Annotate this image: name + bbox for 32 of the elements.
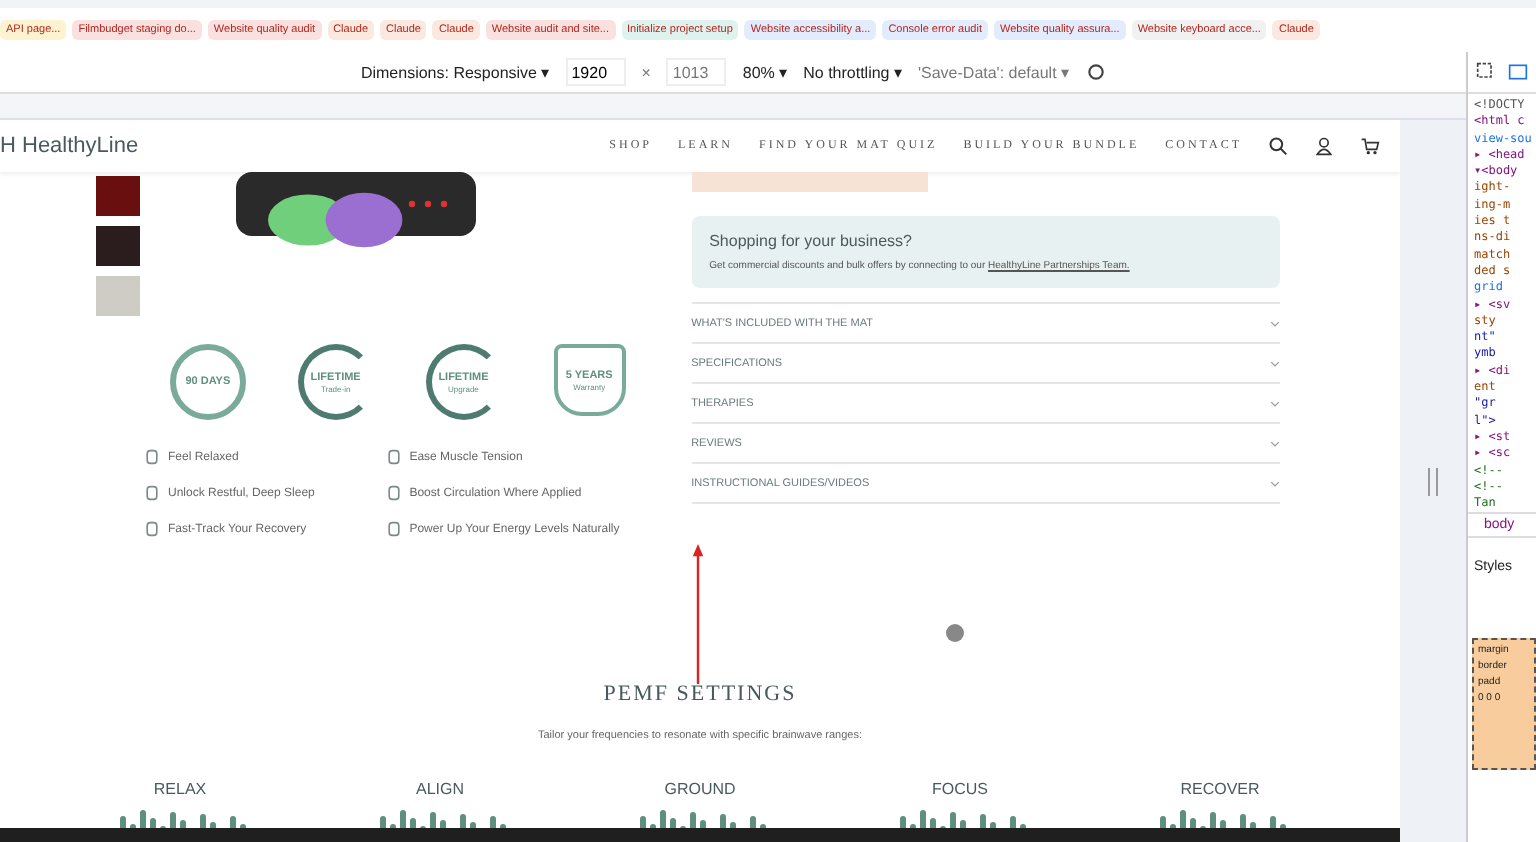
chevron-icon [1270,439,1280,447]
chevron-icon [1270,479,1280,487]
mode-label: GROUND [664,780,736,798]
device-toggle-icon[interactable] [1508,62,1528,82]
inspect-icon[interactable] [1476,62,1496,82]
thumbnail-image[interactable] [96,276,140,316]
times-sign: × [641,63,651,81]
chevron-icon [1270,399,1280,407]
chevron-icon [1270,359,1280,367]
save-data-dropdown[interactable]: 'Save-Data': default ▾ [917,63,1070,81]
cart-icon[interactable] [1360,136,1380,156]
zoom-dropdown[interactable]: 80% ▾ [742,63,788,81]
thumbnail-image[interactable] [96,176,140,216]
dimensions-dropdown[interactable]: Dimensions: Responsive ▾ [360,63,550,81]
section-title: PEMF SETTINGS [603,682,797,706]
width-input[interactable]: 1920 [565,58,626,86]
throttling-dropdown[interactable]: No throttling ▾ [803,63,902,81]
mode-label: ALIGN [415,780,464,798]
mode-label: RELAX [153,780,207,798]
chevron-icon [1270,319,1280,327]
site-logo[interactable]: H HealthyLine [0,134,139,158]
rotate-icon[interactable] [1085,62,1106,82]
mode-label: RECOVER [1180,780,1260,798]
mode-label: FOCUS [932,780,988,798]
cursor-dot [946,624,964,642]
annotation-arrow [691,544,704,684]
height-input[interactable]: 1013 [666,58,727,86]
thumbnail-image[interactable] [96,226,140,266]
business-title: Shopping for your business? [709,232,914,250]
resize-handle[interactable] [1428,467,1438,495]
account-icon[interactable] [1314,136,1334,156]
search-icon[interactable] [1268,136,1288,156]
